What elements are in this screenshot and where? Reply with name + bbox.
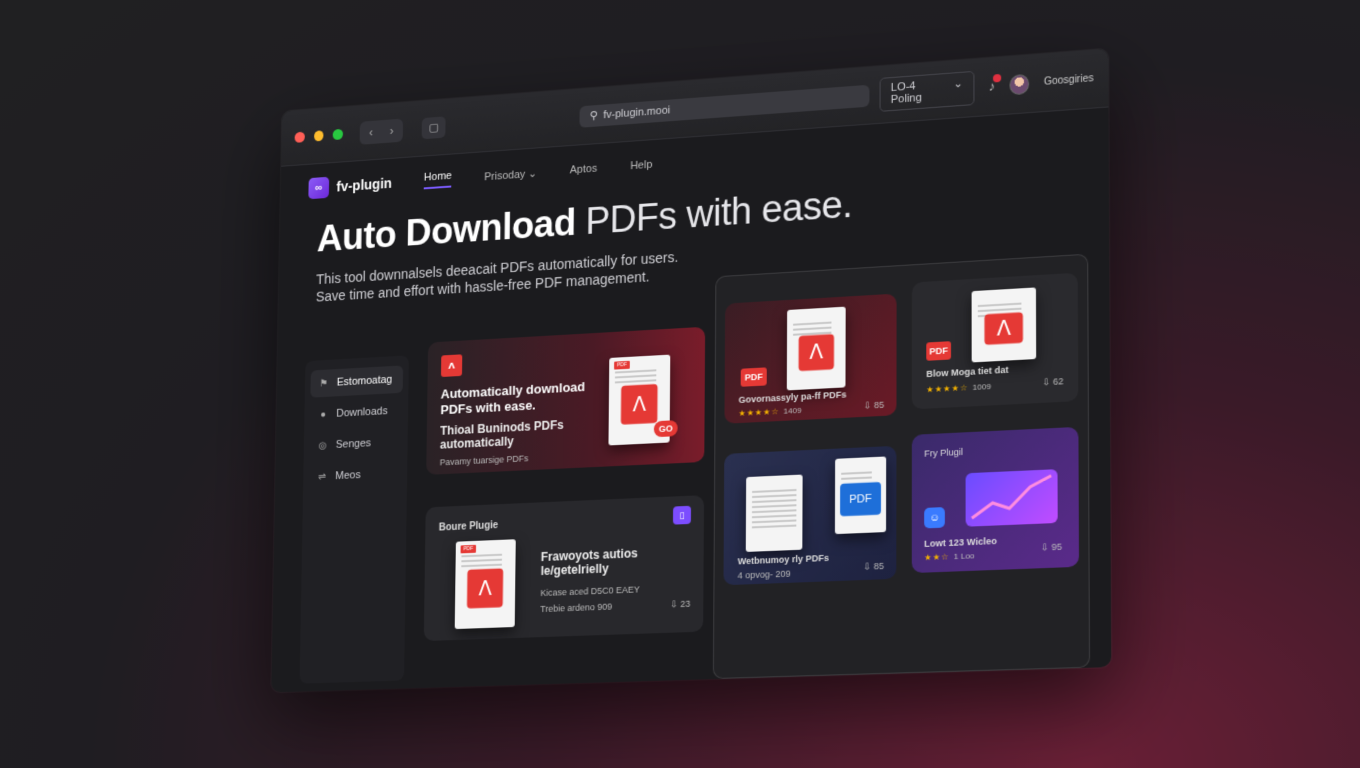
tile-title: Blow Moga tiet dat: [926, 364, 1009, 380]
lock-icon: ⚲: [589, 109, 598, 123]
pdf-document-icon: PDF: [834, 456, 887, 535]
chevron-down-icon: ⌄: [528, 167, 538, 180]
acrobat-icon: ᐱ: [984, 311, 1024, 346]
card-badge: GO: [653, 420, 678, 438]
tile-meta: ⇩ 85: [863, 399, 885, 411]
rating-count: 1409: [783, 405, 802, 416]
browser-window: ‹ › ▢ ⚲ fv-plugin.mooi LO-4 Poling ⌄ ♪ G…: [271, 48, 1112, 693]
pdf-document-icon: ᐱ: [786, 306, 846, 391]
settings-icon: ◎: [318, 440, 327, 452]
acrobat-icon: ᐱ: [620, 384, 658, 425]
flag-icon: ⚑: [319, 377, 328, 389]
sliders-icon: ⇌: [318, 471, 327, 483]
minimize-window-button[interactable]: [313, 130, 324, 142]
forward-icon[interactable]: ›: [382, 120, 401, 141]
doc-tag: PDF: [460, 544, 477, 554]
tile-title: Lowt 123 Wicleo: [924, 535, 997, 549]
sidebar-item-label: Downloads: [336, 405, 388, 420]
tile-title: Govornassyly pa-ff PDFs: [738, 389, 847, 405]
brand[interactable]: ∞ fv-plugin: [308, 172, 392, 200]
address-url: fv-plugin.mooi: [603, 104, 671, 121]
hero-title-light: PDFs with ease.: [585, 183, 853, 243]
sidebar: ⚑ Estomoatag ● Downloads ◎ Senges ⇌ Meos: [299, 355, 409, 684]
card-meta: ⇩ 23: [670, 598, 691, 610]
rating-stars: ★★★★☆ 1409: [738, 405, 802, 419]
pdf-badge: PDF: [740, 367, 767, 387]
tile-blog[interactable]: ᐱ PDF Blow Moga tiet dat ★★★★☆ 1009 ⇩ 62: [911, 272, 1079, 410]
pdf-document-icon: PDF ᐱ: [454, 539, 516, 630]
sidebar-item-downloads[interactable]: ● Downloads: [310, 397, 403, 429]
notification-badge: [993, 73, 1002, 83]
tile-government-pdfs[interactable]: ᐱ PDF Govornassyly pa-ff PDFs ★★★★☆ 1409 …: [724, 293, 897, 424]
doc-tag: PDF: [614, 360, 630, 370]
tile-meta: ⇩ 62: [1042, 376, 1064, 388]
card-line-1: Kicase aced D5C0 EAEY: [540, 584, 640, 599]
brand-logo-icon: ∞: [308, 176, 330, 200]
rating-count: 1009: [972, 381, 992, 393]
chrome-right: LO-4 Poling ⌄ ♪ Goosgiries: [879, 61, 1094, 112]
feature-card-plugin[interactable]: Boure Plugie ▯ PDF ᐱ Frawoyots autios le…: [423, 495, 705, 642]
app-icon: ☺: [924, 507, 945, 529]
file-icon: ▯: [672, 505, 692, 525]
acrobat-icon: ᐱ: [440, 354, 463, 378]
tabs-overview-icon[interactable]: ▢: [421, 115, 447, 139]
profile-dropdown-value: LO-4 Poling: [890, 79, 922, 106]
address-bar[interactable]: ⚲ fv-plugin.mooi: [579, 84, 870, 128]
tile-website-pdfs[interactable]: PDF Wetbnumoy rly PDFs 4 opvog- 209 ⇩ 85: [723, 445, 897, 586]
rating-stars: ★★★★☆ 1009: [926, 381, 992, 395]
card-title: Frawoyots autios le/getelrielly: [540, 546, 638, 579]
history-nav: ‹ ›: [359, 118, 404, 145]
feature-card-auto-download[interactable]: ᐱ Automatically download PDFs with ease.…: [426, 326, 706, 475]
tile-meta: ⇩ 85: [863, 560, 885, 572]
tile-meta-value: 85: [874, 399, 885, 411]
brand-name: fv-plugin: [336, 175, 392, 195]
tile-rating: 4 opvog- 209: [737, 568, 791, 581]
tile-meta-value: 95: [1051, 541, 1063, 553]
sidebar-item-senges[interactable]: ◎ Senges: [309, 428, 402, 460]
notifications-icon[interactable]: ♪: [989, 73, 1002, 94]
sidebar-item-label: Meos: [335, 469, 361, 483]
hero-title-bold: Auto Download: [316, 202, 576, 261]
card-label: Boure Plugie: [438, 520, 499, 534]
stage: ‹ › ▢ ⚲ fv-plugin.mooi LO-4 Poling ⌄ ♪ G…: [0, 0, 1360, 768]
avatar[interactable]: [1009, 73, 1030, 95]
card-line-2: Trebie ardeno 909: [540, 601, 613, 615]
trend-line-icon: [966, 469, 1058, 527]
chart-thumbnail: [965, 469, 1058, 527]
pdf-document-icon: ᐱ: [971, 287, 1037, 363]
tile-meta-value: 62: [1053, 376, 1064, 387]
tile-fv-plugin[interactable]: Fry Plugil ☺ Lowt 123 Wicleo ★★☆ 1 Loo ⇩ …: [911, 426, 1080, 574]
maximize-window-button[interactable]: [333, 128, 344, 141]
card-subtitle: Thioal Buninods PDFs automatically: [439, 417, 564, 452]
rating-count: 1 Loo: [953, 551, 975, 562]
tile-label: Fry Plugil: [924, 446, 963, 459]
back-icon[interactable]: ‹: [362, 122, 381, 143]
tile-meta: ⇩ 95: [1040, 541, 1063, 553]
sidebar-item-label: Senges: [335, 437, 372, 451]
card-caption: Pavamy tuarsige PDFs: [439, 453, 529, 468]
chevron-down-icon: ⌄: [953, 77, 963, 90]
nav-link-aptos[interactable]: Aptos: [570, 163, 597, 177]
sidebar-item-meos[interactable]: ⇌ Meos: [309, 459, 402, 491]
nav-link-prisoday-label: Prisoday: [484, 168, 526, 183]
acrobat-icon: ᐱ: [466, 568, 504, 609]
acrobat-icon: ᐱ: [798, 333, 834, 372]
document-icon: [745, 474, 803, 552]
tile-title: Wetbnumoy rly PDFs: [737, 552, 830, 567]
nav-link-help[interactable]: Help: [630, 159, 652, 172]
nav-link-prisoday[interactable]: Prisoday ⌄: [484, 166, 537, 182]
card-title: Automatically download PDFs with ease.: [440, 379, 586, 418]
rating-stars: ★★☆ 1 Loo: [924, 551, 975, 563]
nav-link-home[interactable]: Home: [423, 169, 452, 190]
sidebar-item-label: Estomoatag: [336, 373, 393, 389]
close-window-button[interactable]: [294, 131, 305, 143]
tile-meta-value: 85: [873, 560, 885, 572]
card-meta-value: 23: [680, 598, 691, 610]
user-icon: ●: [320, 409, 327, 420]
profile-dropdown[interactable]: LO-4 Poling ⌄: [879, 70, 975, 112]
user-name: Goosgiries: [1043, 73, 1094, 88]
pdf-badge: PDF: [840, 481, 882, 517]
sidebar-item-estomoatag[interactable]: ⚑ Estomoatag: [310, 365, 404, 398]
pdf-badge: PDF: [926, 341, 951, 361]
